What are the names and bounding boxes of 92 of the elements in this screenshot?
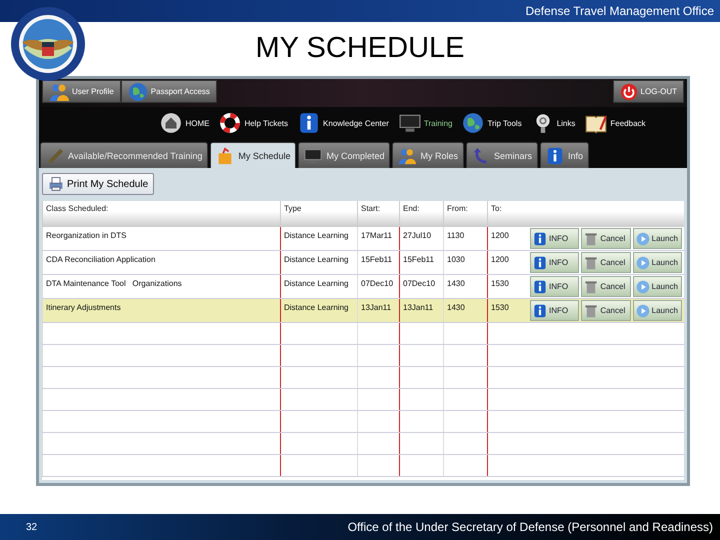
tab[interactable]: My Roles xyxy=(392,142,464,168)
tab[interactable]: Seminars xyxy=(466,142,538,168)
page-number: 32 xyxy=(26,522,38,532)
column-header: Start: xyxy=(357,201,399,227)
action-button[interactable]: Launch xyxy=(632,252,682,273)
table-cell: 1530 xyxy=(491,279,509,288)
table-cell: 1200 xyxy=(491,255,509,264)
table-cell: 1430 xyxy=(447,279,465,288)
column-header: To: xyxy=(487,201,528,227)
monitor-icon xyxy=(398,112,421,134)
table-cell: 15Feb11 xyxy=(361,255,392,264)
tab[interactable]: Available/Recommended Training xyxy=(40,142,208,168)
info-icon xyxy=(533,232,547,246)
info-icon xyxy=(533,304,547,318)
action-button[interactable]: INFO xyxy=(530,300,580,321)
action-button[interactable]: Cancel xyxy=(581,276,631,297)
print-button[interactable]: Print My Schedule xyxy=(42,173,154,195)
table-cell: 27Jul10 xyxy=(403,231,432,240)
trash-icon xyxy=(584,304,598,318)
info-icon xyxy=(298,112,320,134)
trash-icon xyxy=(584,280,598,294)
power-icon xyxy=(620,82,638,100)
table-cell: Distance Learning xyxy=(284,231,348,240)
globe-icon xyxy=(128,82,148,102)
table-row[interactable]: Reorganization in DTS Distance Learning 17Mar11 27Jul10 1130 1200 INFO Cancel Launch xyxy=(42,227,684,251)
table-cell: 1030 xyxy=(447,255,465,264)
action-button[interactable]: Launch xyxy=(632,228,682,249)
trash-icon xyxy=(584,256,598,270)
tab[interactable]: My Schedule xyxy=(210,142,296,168)
table-cell: 13Jan11 xyxy=(403,303,434,312)
column-header: Class Scheduled: xyxy=(42,201,280,227)
table-cell: 1130 xyxy=(447,231,464,240)
monitor-icon xyxy=(304,146,322,164)
table-cell: Distance Learning xyxy=(284,303,348,312)
column-header: Type xyxy=(280,201,357,227)
table-cell: 07Dec10 xyxy=(403,279,436,288)
top-link[interactable]: User Profile xyxy=(42,80,121,103)
people-icon xyxy=(398,146,416,164)
action-button[interactable]: Cancel xyxy=(581,228,631,249)
table-cell: Distance Learning xyxy=(284,279,348,288)
info-icon xyxy=(533,256,547,270)
action-button[interactable]: Cancel xyxy=(581,252,631,273)
table-cell: 07Dec10 xyxy=(361,279,394,288)
column-header: End: xyxy=(399,201,443,227)
nav-link[interactable]: Help Tickets xyxy=(219,112,288,134)
table-cell: DTA Maintenance Tool Organizations xyxy=(46,279,182,288)
top-link[interactable]: Passport Access xyxy=(120,80,217,103)
table-cell: 1430 xyxy=(447,303,465,312)
pencil-icon xyxy=(46,146,64,164)
table-cell: Reorganization in DTS xyxy=(46,231,126,240)
logout-button[interactable]: LOG-OUT xyxy=(612,80,684,103)
action-button[interactable]: Launch xyxy=(632,276,682,297)
table-cell: Distance Learning xyxy=(284,255,348,264)
globe-icon xyxy=(462,112,484,134)
table-cell: 17Mar11 xyxy=(361,231,392,240)
nav-link[interactable]: Links xyxy=(532,112,576,134)
action-button[interactable]: INFO xyxy=(530,252,580,273)
table-cell: 15Feb11 xyxy=(403,255,434,264)
trash-icon xyxy=(584,232,598,246)
play-icon xyxy=(636,232,650,246)
info-icon xyxy=(546,146,564,164)
nav-link[interactable]: Knowledge Center xyxy=(298,112,389,134)
tab[interactable]: Info xyxy=(540,142,590,168)
info-icon xyxy=(533,280,547,294)
action-button[interactable]: Cancel xyxy=(581,300,631,321)
play-icon xyxy=(636,280,650,294)
table-row[interactable]: CDA Reconciliation Application Distance Learning 15Feb11 15Feb11 1030 1200 INFO Cancel Launch xyxy=(42,251,684,275)
home-icon xyxy=(160,112,182,134)
nav-link[interactable]: Trip Tools xyxy=(462,112,522,134)
table-row[interactable]: Itinerary Adjustments Distance Learning 13Jan11 13Jan11 1430 1530 INFO Cancel Launch xyxy=(42,299,684,323)
column-header: From: xyxy=(443,201,487,227)
play-icon xyxy=(636,304,650,318)
people-icon xyxy=(49,82,69,102)
table-cell: CDA Reconciliation Application xyxy=(46,255,156,264)
tab[interactable]: My Completed xyxy=(298,142,390,168)
nav-link[interactable]: Feedback xyxy=(585,112,646,134)
table-cell: Itinerary Adjustments xyxy=(46,303,121,312)
gift-box-icon xyxy=(216,146,234,164)
lifebuoy-icon xyxy=(219,112,242,134)
printer-icon xyxy=(48,176,64,192)
table-cell: 1200 xyxy=(491,231,509,240)
nav-link[interactable]: HOME xyxy=(160,112,210,134)
action-button[interactable]: Launch xyxy=(632,300,682,321)
organization-name: Defense Travel Management Office xyxy=(525,4,714,18)
play-icon xyxy=(636,256,650,270)
nav-link[interactable]: Training xyxy=(398,112,452,134)
footer-text: Office of the Under Secretary of Defense (Personnel and Readiness) xyxy=(348,520,713,534)
action-button[interactable]: INFO xyxy=(530,228,580,249)
table-cell: 13Jan11 xyxy=(361,303,392,312)
table-cell: 1530 xyxy=(491,303,509,312)
action-button[interactable]: INFO xyxy=(530,276,580,297)
slide-title: MY SCHEDULE xyxy=(254,31,466,66)
